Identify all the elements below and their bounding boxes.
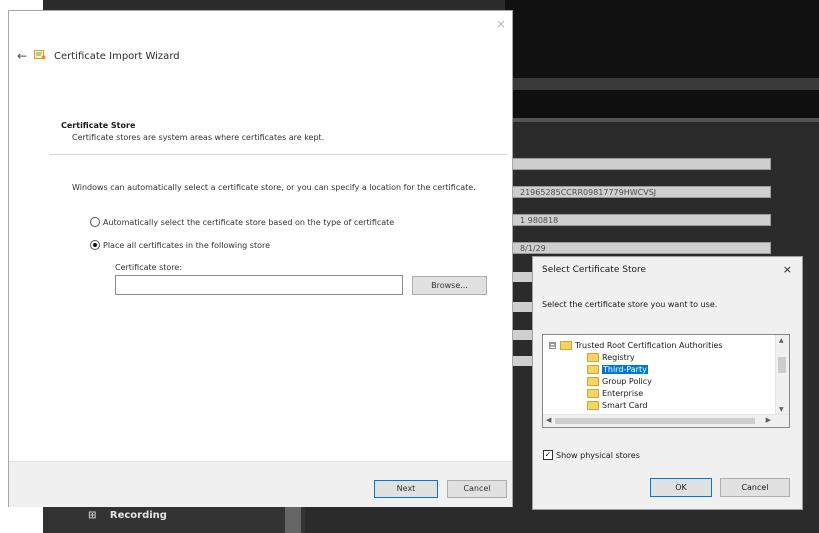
radio-label: Automatically select the certificate sto… [103,217,395,227]
select-certificate-store-dialog: Select Certificate Store × Select the ce… [532,256,803,510]
collapse-icon[interactable]: ⊟ [549,342,556,349]
scroll-down-icon[interactable]: ▼ [779,406,784,413]
certificate-store-field[interactable] [115,275,403,295]
scrollbar-thumb[interactable] [778,357,786,373]
folder-icon [587,389,599,398]
next-button[interactable]: Next [374,480,438,498]
tree-item-label: Registry [602,353,635,362]
folder-icon [587,365,599,374]
folder-icon [587,377,599,386]
background-toolbar [505,0,819,78]
folder-icon [560,341,572,350]
tree-item-label: Trusted Root Certification Authorities [575,341,723,350]
cancel-button[interactable]: Cancel [720,478,790,497]
certificate-icon [34,50,46,60]
certificate-store-tree[interactable]: ⊟ Trusted Root Certification Authorities… [542,334,790,428]
background-field[interactable]: 8/1/29 [505,242,771,254]
dialog-title: Select Certificate Store [542,265,647,275]
checkbox-icon[interactable]: ✓ [543,450,553,460]
radio-place-in-store[interactable]: Place all certificates in the following … [90,240,270,250]
tree-item-label: Third-Party [602,365,648,374]
checkbox-label: Show physical stores [556,450,640,460]
certificate-store-label: Certificate store: [115,263,183,272]
background-band [505,118,819,122]
tree-root-item[interactable]: ⊟ Trusted Root Certification Authorities [549,341,723,350]
show-physical-stores-option[interactable]: ✓ Show physical stores [543,450,640,460]
folder-icon [587,353,599,362]
vertical-scrollbar[interactable]: ▲ ▼ [775,335,789,415]
page-heading: Certificate Store [61,121,136,130]
folder-icon [587,401,599,410]
radio-button[interactable] [90,217,100,227]
description-text: Windows can automatically select a certi… [72,183,476,192]
nav-item-label: Recording [109,510,167,521]
background-field[interactable]: 1 980818 [505,214,771,226]
tree-item-label: Smart Card [602,401,648,410]
background-band [505,90,819,118]
close-icon[interactable]: × [496,17,506,31]
expander-icon[interactable]: ⊞ [88,510,96,521]
background-field[interactable] [505,158,771,170]
scrollbar-thumb[interactable] [555,418,755,424]
radio-label: Place all certificates in the following … [103,240,271,250]
cancel-button[interactable]: Cancel [447,480,507,498]
radio-auto-select[interactable]: Automatically select the certificate sto… [90,217,394,227]
tree-item-enterprise[interactable]: Enterprise [587,389,643,398]
browse-button[interactable]: Browse... [412,276,487,295]
close-icon[interactable]: × [783,263,792,276]
background-field[interactable]: 21965285CCRR09817779HWCVSJ [505,186,771,198]
ok-button[interactable]: OK [650,478,712,497]
tree-item-label: Enterprise [602,389,644,398]
wizard-title: Certificate Import Wizard [54,51,180,62]
nav-item-recording[interactable]: ⊞ Recording [88,510,167,521]
tree-item-group-policy[interactable]: Group Policy [587,377,652,386]
tree-item-third-party[interactable]: Third-Party [587,365,648,374]
scroll-right-icon[interactable]: ▶ [766,416,771,424]
scroll-up-icon[interactable]: ▲ [779,337,784,344]
certificate-import-wizard: × ← Certificate Import Wizard Certificat… [8,10,513,507]
tree-item-registry[interactable]: Registry [587,353,635,362]
wizard-footer: Next Cancel [9,461,512,507]
background-band [505,78,819,90]
divider [49,154,507,155]
tree-item-label: Group Policy [602,377,652,386]
scroll-left-icon[interactable]: ◀ [546,416,551,424]
page-subheading: Certificate stores are system areas wher… [72,133,325,142]
radio-button[interactable] [90,240,100,250]
back-arrow-icon[interactable]: ← [17,49,27,63]
horizontal-scrollbar[interactable]: ◀ ▶ [543,414,789,427]
tree-item-smart-card[interactable]: Smart Card [587,401,647,410]
dialog-instruction: Select the certificate store you want to… [542,300,718,309]
